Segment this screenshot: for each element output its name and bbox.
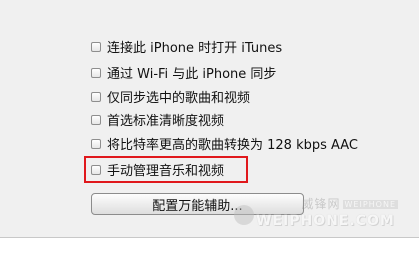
watermark-top-text: 威锋网 <box>301 197 341 211</box>
prefer-sd-video-option[interactable]: 首选标准清晰度视频 <box>91 110 224 129</box>
convert-bitrate-checkbox[interactable] <box>91 138 101 149</box>
watermark-bottom-text: WEIPHONE.COM <box>256 213 395 229</box>
prefer-sd-video-checkbox[interactable] <box>91 114 101 125</box>
sync-over-wifi-checkbox[interactable] <box>91 67 101 78</box>
open-itunes-on-connect-option[interactable]: 连接此 iPhone 时打开 iTunes <box>91 37 282 56</box>
watermark-tag: WEIPHONE <box>342 200 398 209</box>
sync-checked-only-label: 仅同步选中的歌曲和视频 <box>107 91 251 106</box>
convert-bitrate-option[interactable]: 将比特率更高的歌曲转换为 128 kbps AAC <box>91 134 358 153</box>
open-itunes-on-connect-checkbox[interactable] <box>91 41 101 52</box>
sync-options-panel: 连接此 iPhone 时打开 iTunes 通过 Wi-Fi 与此 iPhone… <box>0 0 419 238</box>
manually-manage-option[interactable]: 手动管理音乐和视频 <box>91 160 224 179</box>
sync-over-wifi-option[interactable]: 通过 Wi-Fi 与此 iPhone 同步 <box>91 63 276 82</box>
manually-manage-label: 手动管理音乐和视频 <box>107 164 225 179</box>
sync-over-wifi-label: 通过 Wi-Fi 与此 iPhone 同步 <box>107 67 277 82</box>
open-itunes-on-connect-label: 连接此 iPhone 时打开 iTunes <box>107 41 283 56</box>
sync-checked-only-option[interactable]: 仅同步选中的歌曲和视频 <box>91 87 250 106</box>
manually-manage-checkbox[interactable] <box>91 164 101 175</box>
configure-accessibility-button[interactable]: 配置万能辅助... <box>91 193 304 215</box>
sync-checked-only-checkbox[interactable] <box>91 91 101 102</box>
configure-accessibility-label: 配置万能辅助... <box>152 198 243 214</box>
prefer-sd-video-label: 首选标准清晰度视频 <box>107 114 225 129</box>
convert-bitrate-label: 将比特率更高的歌曲转换为 128 kbps AAC <box>107 138 359 153</box>
